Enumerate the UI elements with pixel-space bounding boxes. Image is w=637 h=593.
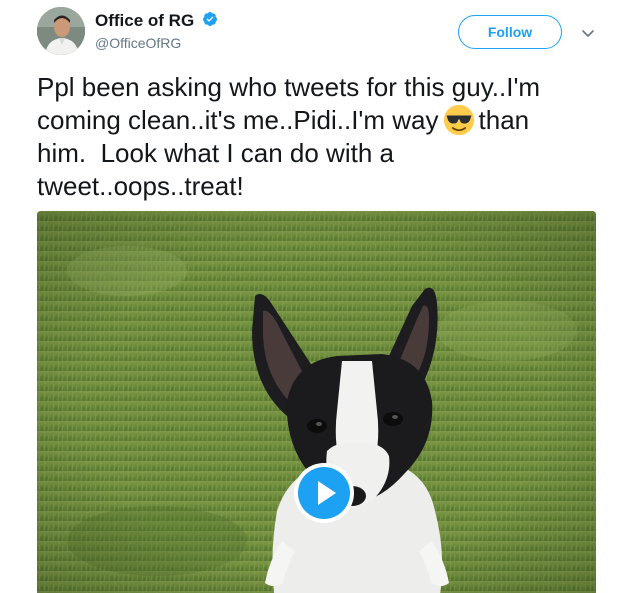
profile-photo-icon	[37, 7, 85, 55]
sunglasses-emoji-icon	[443, 104, 474, 136]
tweet-text-line: him. Look what I can do with a	[37, 138, 394, 168]
author-handle[interactable]: @OfficeOfRG	[95, 35, 181, 51]
tweet-text-line: Ppl been asking who tweets for this guy.…	[37, 72, 541, 102]
tweet-text-line: tweet..oops..treat!	[37, 171, 244, 201]
play-icon[interactable]	[293, 462, 355, 524]
dog-on-grass-thumbnail-icon	[37, 211, 596, 593]
author-avatar[interactable]	[37, 7, 85, 55]
verified-badge-icon	[202, 12, 217, 26]
tweet-video[interactable]	[37, 211, 596, 593]
author-name[interactable]: Office of RG	[95, 11, 194, 31]
tweet-text: Ppl been asking who tweets for this guy.…	[37, 71, 603, 203]
chevron-down-icon[interactable]	[580, 25, 596, 41]
tweet-text-line: coming clean..it's me..Pidi..I'm way tha…	[37, 104, 603, 137]
tweet-text-segment: than	[478, 105, 530, 135]
follow-button[interactable]: Follow	[458, 15, 562, 49]
tweet-text-segment: coming clean..it's me..Pidi..I'm way	[37, 105, 439, 135]
tweet-card: Office of RG @OfficeOfRG Follow Ppl been…	[0, 0, 637, 593]
